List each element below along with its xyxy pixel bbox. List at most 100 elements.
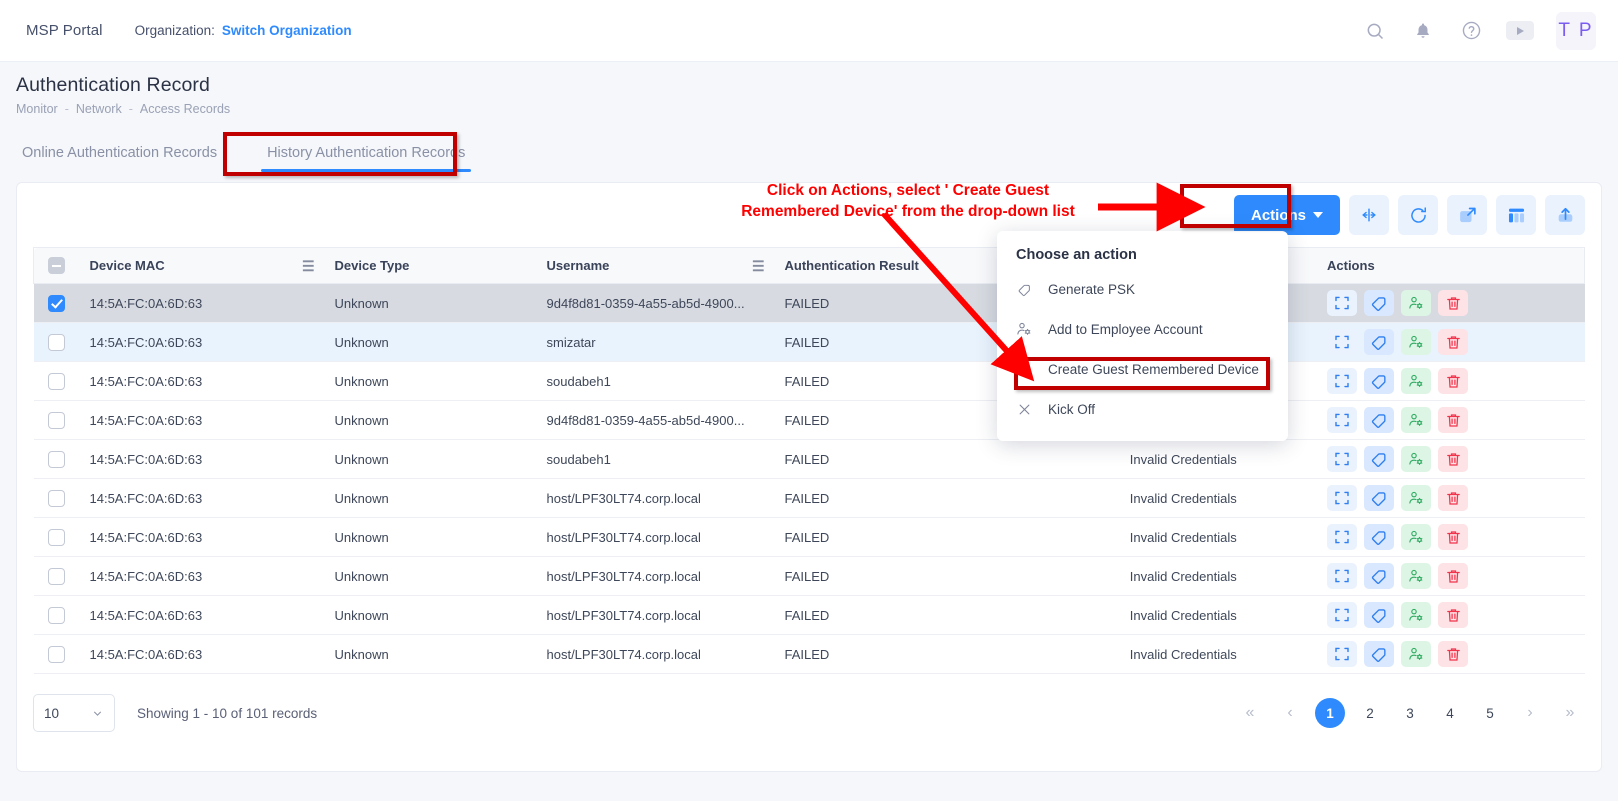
user-settings-icon[interactable]	[1401, 563, 1431, 589]
actions-button[interactable]: Actions	[1233, 195, 1340, 235]
table-row[interactable]: 14:5A:FC:0A:6D:63 Unknown smizatar FAILED	[33, 322, 1585, 362]
expand-icon[interactable]	[1327, 368, 1357, 394]
delete-icon[interactable]	[1438, 641, 1468, 667]
column-settings-icon[interactable]	[1496, 195, 1536, 235]
video-icon[interactable]	[1506, 21, 1534, 40]
column-header-device-mac[interactable]: Device MAC ☰	[79, 247, 325, 284]
row-checkbox[interactable]	[48, 645, 65, 663]
breadcrumb-item-monitor[interactable]: Monitor	[16, 102, 58, 116]
search-icon[interactable]	[1362, 18, 1388, 44]
expand-icon[interactable]	[1327, 329, 1357, 355]
menu-item-generate-psk[interactable]: Generate PSK	[997, 269, 1288, 309]
fullscreen-icon[interactable]	[1447, 195, 1487, 235]
delete-icon[interactable]	[1438, 407, 1468, 433]
pagination-page-4[interactable]: 4	[1435, 698, 1465, 728]
switch-organization-link[interactable]: Switch Organization	[222, 23, 352, 38]
pagination-first[interactable]: «	[1235, 698, 1265, 728]
expand-icon[interactable]	[1327, 446, 1357, 472]
cell-device-mac: 14:5A:FC:0A:6D:63	[79, 634, 325, 674]
tag-icon[interactable]	[1364, 368, 1394, 394]
breadcrumb-item-network[interactable]: Network	[76, 102, 122, 116]
column-menu-icon[interactable]: ☰	[302, 259, 315, 273]
table-row[interactable]: 14:5A:FC:0A:6D:63 Unknown host/LPF30LT74.c…	[33, 634, 1585, 674]
user-settings-icon[interactable]	[1401, 602, 1431, 628]
tag-icon[interactable]	[1364, 602, 1394, 628]
expand-icon[interactable]	[1327, 641, 1357, 667]
expand-icon[interactable]	[1327, 485, 1357, 511]
row-checkbox[interactable]	[48, 528, 65, 546]
breadcrumb-item-access-records[interactable]: Access Records	[140, 102, 230, 116]
tag-icon[interactable]	[1364, 485, 1394, 511]
pagination-page-5[interactable]: 5	[1475, 698, 1505, 728]
delete-icon[interactable]	[1438, 485, 1468, 511]
tag-icon[interactable]	[1364, 641, 1394, 667]
tag-icon[interactable]	[1364, 290, 1394, 316]
select-all-checkbox[interactable]	[48, 257, 66, 275]
user-settings-icon[interactable]	[1401, 368, 1431, 394]
table-row[interactable]: 14:5A:FC:0A:6D:63 Unknown host/LPF30LT74.c…	[33, 556, 1585, 596]
row-checkbox[interactable]	[48, 606, 65, 624]
menu-item-create-guest-remembered-device[interactable]: Create Guest Remembered Device	[997, 349, 1288, 389]
tag-icon[interactable]	[1364, 407, 1394, 433]
delete-icon[interactable]	[1438, 329, 1468, 355]
expand-icon[interactable]	[1327, 407, 1357, 433]
row-checkbox[interactable]	[48, 333, 65, 351]
table-row[interactable]: 14:5A:FC:0A:6D:63 Unknown 9d4f8d81-0359-4a…	[33, 400, 1585, 440]
row-checkbox[interactable]	[48, 489, 65, 507]
menu-item-kick-off[interactable]: Kick Off	[997, 389, 1288, 429]
table-row[interactable]: 14:5A:FC:0A:6D:63 Unknown host/LPF30LT74.c…	[33, 595, 1585, 635]
bell-icon[interactable]	[1410, 18, 1436, 44]
pagination-prev[interactable]: ‹	[1275, 698, 1305, 728]
delete-icon[interactable]	[1438, 524, 1468, 550]
table-row[interactable]: 14:5A:FC:0A:6D:63 Unknown soudabeh1 FAILED I…	[33, 439, 1585, 479]
column-menu-icon[interactable]: ☰	[752, 259, 765, 273]
expand-icon[interactable]	[1327, 290, 1357, 316]
expand-icon[interactable]	[1327, 524, 1357, 550]
expand-icon[interactable]	[1327, 602, 1357, 628]
delete-icon[interactable]	[1438, 563, 1468, 589]
delete-icon[interactable]	[1438, 368, 1468, 394]
pagination-page-1[interactable]: 1	[1315, 698, 1345, 728]
user-settings-icon[interactable]	[1401, 641, 1431, 667]
tag-icon[interactable]	[1364, 524, 1394, 550]
pagination-last[interactable]: »	[1555, 698, 1585, 728]
page-size-select[interactable]: 10	[33, 694, 115, 732]
row-checkbox[interactable]	[48, 450, 65, 468]
user-settings-icon[interactable]	[1401, 524, 1431, 550]
avatar[interactable]: T P	[1556, 11, 1596, 50]
tag-icon[interactable]	[1364, 329, 1394, 355]
row-checkbox[interactable]	[48, 372, 65, 390]
delete-icon[interactable]	[1438, 446, 1468, 472]
user-settings-icon[interactable]	[1401, 485, 1431, 511]
user-settings-icon[interactable]	[1401, 407, 1431, 433]
menu-item-add-to-employee-account[interactable]: Add to Employee Account	[997, 309, 1288, 349]
help-icon[interactable]	[1458, 18, 1484, 44]
delete-icon[interactable]	[1438, 290, 1468, 316]
table-row[interactable]: 14:5A:FC:0A:6D:63 Unknown host/LPF30LT74.c…	[33, 478, 1585, 518]
tag-icon[interactable]	[1364, 446, 1394, 472]
tab-online-authentication-records[interactable]: Online Authentication Records	[16, 145, 223, 172]
user-settings-icon[interactable]	[1401, 290, 1431, 316]
expand-icon[interactable]	[1327, 563, 1357, 589]
user-settings-icon[interactable]	[1401, 446, 1431, 472]
row-checkbox[interactable]	[48, 567, 65, 585]
table-row[interactable]: 14:5A:FC:0A:6D:63 Unknown soudabeh1 FAILED	[33, 361, 1585, 401]
actions-dropdown-menu: Choose an action Generate PSK Add to Emp…	[997, 231, 1288, 441]
delete-icon[interactable]	[1438, 602, 1468, 628]
table-row[interactable]: 14:5A:FC:0A:6D:63 Unknown 9d4f8d81-0359-4a…	[33, 283, 1585, 323]
upload-icon[interactable]	[1545, 195, 1585, 235]
fit-columns-icon[interactable]	[1349, 195, 1389, 235]
tag-icon[interactable]	[1364, 563, 1394, 589]
refresh-icon[interactable]	[1398, 195, 1438, 235]
tab-history-authentication-records[interactable]: History Authentication Records	[261, 145, 472, 172]
row-checkbox[interactable]	[48, 411, 65, 429]
column-header-device-type[interactable]: Device Type	[324, 247, 537, 284]
row-checkbox[interactable]	[48, 294, 65, 312]
pagination-page-3[interactable]: 3	[1395, 698, 1425, 728]
column-header-username[interactable]: Username ☰	[536, 247, 775, 284]
cell-device-type: Unknown	[324, 517, 537, 557]
pagination-page-2[interactable]: 2	[1355, 698, 1385, 728]
table-row[interactable]: 14:5A:FC:0A:6D:63 Unknown host/LPF30LT74.c…	[33, 517, 1585, 557]
user-settings-icon[interactable]	[1401, 329, 1431, 355]
pagination-next[interactable]: ›	[1515, 698, 1545, 728]
